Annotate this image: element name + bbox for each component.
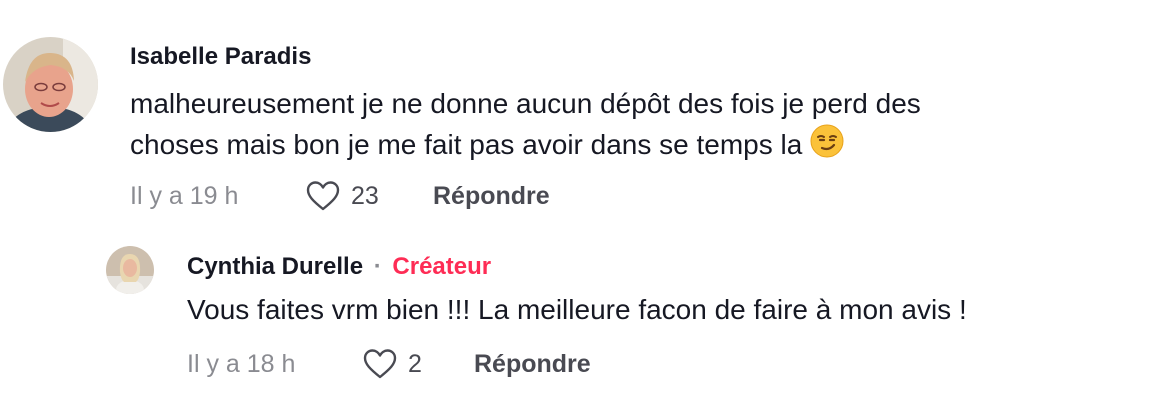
reply-timestamp: Il y a 18 h bbox=[187, 349, 296, 378]
separator-dot: · bbox=[373, 253, 382, 280]
reply-avatar-image bbox=[106, 246, 154, 294]
heart-icon[interactable] bbox=[305, 180, 341, 212]
heart-icon[interactable] bbox=[362, 348, 398, 380]
comment-text-line: malheureusement je ne donne aucun dépôt … bbox=[130, 88, 921, 119]
comment-author[interactable]: Isabelle Paradis bbox=[130, 43, 311, 71]
creator-badge: Créateur bbox=[392, 253, 492, 280]
avatar-image bbox=[3, 37, 98, 132]
comment-meta: Il y a 19 h 23 Répondre bbox=[130, 178, 550, 214]
avatar[interactable] bbox=[3, 37, 98, 132]
like-count: 23 bbox=[351, 181, 379, 210]
reply-button[interactable]: Répondre bbox=[433, 182, 550, 211]
smirking-face-emoji-icon bbox=[810, 124, 844, 169]
reply-meta: Il y a 18 h 2 Répondre bbox=[187, 346, 591, 382]
like-button[interactable]: 23 bbox=[305, 180, 433, 212]
reply-item: Cynthia Durelle · Créateur Vous faites v… bbox=[0, 230, 1150, 402]
reply-reply-button[interactable]: Répondre bbox=[474, 350, 591, 379]
comment-timestamp: Il y a 19 h bbox=[130, 181, 239, 210]
reply-like-count: 2 bbox=[408, 349, 422, 378]
reply-like-button[interactable]: 2 bbox=[362, 348, 474, 380]
reply-avatar[interactable] bbox=[106, 246, 154, 294]
reply-text: Vous faites vrm bien !!! La meilleure fa… bbox=[187, 294, 967, 325]
reply-header: Cynthia Durelle · Créateur bbox=[187, 253, 491, 281]
comment-item: Isabelle Paradis malheureusement je ne d… bbox=[0, 0, 1150, 230]
comment-text: malheureusement je ne donne aucun dépôt … bbox=[130, 84, 1130, 169]
reply-author[interactable]: Cynthia Durelle bbox=[187, 253, 363, 280]
comment-text-line-2: choses mais bon je me fait pas avoir dan… bbox=[130, 124, 1130, 169]
